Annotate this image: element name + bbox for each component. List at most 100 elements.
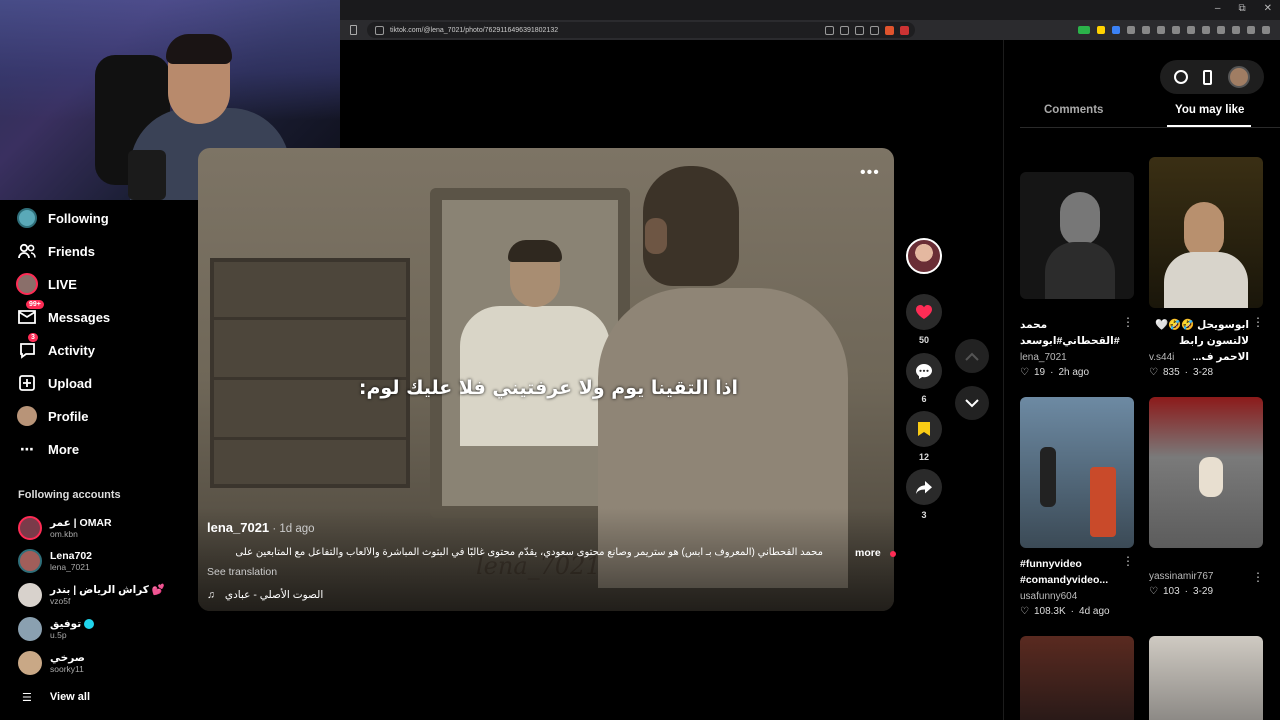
- address-bar[interactable]: tiktok.com/@lena_7021/photo/762911649639…: [367, 22, 915, 38]
- compass-icon[interactable]: [1173, 70, 1188, 84]
- like-count: 50: [918, 335, 929, 345]
- nav-more-label: More: [48, 441, 80, 457]
- post-options-icon[interactable]: •••: [860, 164, 880, 182]
- recommended-thumbnail[interactable]: [1149, 397, 1263, 548]
- post-age: 1d ago: [279, 523, 315, 535]
- bookmark-icon: [918, 422, 930, 436]
- recommended-title-line: ابوسويحل 🤣🤣🤍: [1154, 319, 1249, 331]
- share-icon[interactable]: [870, 25, 879, 35]
- rewards-icon[interactable]: [900, 25, 909, 35]
- recommended-user[interactable]: lena_7021: [1020, 352, 1067, 363]
- messages-badge: 99+: [26, 300, 44, 309]
- extension-icon[interactable]: [1097, 26, 1105, 34]
- recommended-title[interactable]: محمد القحطاني#ابوسعد#fyp...: [1020, 317, 1120, 349]
- nav-messages[interactable]: 99+ Messages: [16, 300, 111, 328]
- recommended-thumbnail[interactable]: [1149, 157, 1263, 308]
- view-all-button[interactable]: ☰ View all: [22, 691, 90, 704]
- user-avatar[interactable]: [1228, 66, 1251, 88]
- save-count: 12: [918, 452, 929, 462]
- share-button[interactable]: [906, 469, 942, 505]
- nav-friends-label: Friends: [48, 243, 95, 259]
- nav-profile[interactable]: Profile: [16, 405, 88, 427]
- card-options-icon[interactable]: ⋮: [1122, 315, 1134, 329]
- webcam-person-hair: [166, 34, 232, 64]
- card-options-icon[interactable]: ⋮: [1252, 315, 1264, 329]
- account-handle: soorky11: [50, 664, 84, 674]
- bookmark-icon[interactable]: [350, 25, 357, 35]
- mobile-icon[interactable]: [1203, 69, 1213, 85]
- wallet-icon[interactable]: [1217, 26, 1225, 34]
- extension-icon[interactable]: [1142, 26, 1150, 34]
- post-media[interactable]: اذا التقينا يوم ولا عرفتيني فلا عليك لوم…: [198, 148, 894, 611]
- account-avatar: [18, 651, 42, 675]
- live-icon: [16, 273, 38, 295]
- nav-following-label: Following: [48, 210, 109, 226]
- recommended-thumbnail[interactable]: [1020, 636, 1134, 720]
- nav-activity[interactable]: 3 Activity: [16, 333, 95, 361]
- recommended-likes: 835: [1162, 367, 1180, 378]
- minimize-button[interactable]: –: [1215, 3, 1221, 14]
- screenshot-icon[interactable]: [840, 25, 849, 35]
- media-icon[interactable]: [1187, 26, 1195, 34]
- extension-icon[interactable]: [1127, 26, 1135, 34]
- carousel-dot[interactable]: [890, 551, 896, 557]
- account-item[interactable]: عمر | OMAR om.kbn: [18, 516, 112, 540]
- card-options-icon[interactable]: ⋮: [1252, 570, 1264, 584]
- save-button[interactable]: [906, 411, 942, 447]
- recommended-thumbnail[interactable]: [1020, 172, 1134, 299]
- sound-link[interactable]: ♫ الصوت الأصلي - عبادي: [207, 589, 323, 601]
- author-name[interactable]: lena_7021: [207, 520, 269, 535]
- sound-name[interactable]: الصوت الأصلي - عبادي: [225, 589, 323, 601]
- account-avatar: [18, 549, 42, 573]
- account-item[interactable]: توفيق u.5p: [18, 617, 95, 641]
- previous-post-button[interactable]: [955, 339, 989, 373]
- nav-messages-label: Messages: [48, 309, 111, 325]
- see-translation-link[interactable]: See translation: [207, 566, 277, 578]
- recommended-user[interactable]: yassinamir767: [1149, 571, 1213, 582]
- account-item[interactable]: كراش الرياض | بندر 💕 vzo5f: [18, 583, 165, 607]
- creator-avatar[interactable]: [906, 238, 942, 274]
- nav-live[interactable]: LIVE: [16, 273, 77, 295]
- description-more-button[interactable]: more: [855, 547, 881, 559]
- post-author[interactable]: lena_7021 · 1d ago: [207, 520, 315, 535]
- nav-friends[interactable]: Friends: [16, 240, 95, 262]
- extension-icon[interactable]: [1078, 26, 1090, 34]
- extension-icon[interactable]: [1172, 26, 1180, 34]
- address-row: tiktok.com/@lena_7021/photo/762911649639…: [340, 20, 1280, 40]
- sidebar-icon[interactable]: [1202, 26, 1210, 34]
- account-item[interactable]: صرخي soorky11: [18, 651, 85, 675]
- extension-icon[interactable]: [1112, 26, 1120, 34]
- nav-more[interactable]: ⋯ More: [16, 438, 79, 460]
- vpn-icon[interactable]: [1232, 26, 1240, 34]
- next-post-button[interactable]: [955, 386, 989, 420]
- shield-icon[interactable]: [1247, 26, 1255, 34]
- site-info-icon[interactable]: [375, 25, 384, 35]
- url-text[interactable]: tiktok.com/@lena_7021/photo/762911649639…: [390, 27, 558, 34]
- translate-icon[interactable]: [825, 25, 834, 35]
- bookshelf-image: [210, 258, 410, 488]
- top-actions: [1160, 60, 1264, 94]
- like-button[interactable]: [906, 294, 942, 330]
- comment-button[interactable]: [906, 353, 942, 389]
- nav-following[interactable]: Following: [16, 207, 109, 229]
- menu-icon[interactable]: [1262, 26, 1270, 34]
- tab-you-may-like[interactable]: You may like: [1175, 104, 1244, 116]
- recommended-user[interactable]: v.s44i: [1149, 352, 1174, 363]
- brave-shield-icon[interactable]: [885, 25, 894, 35]
- recommended-thumbnail[interactable]: [1149, 636, 1263, 720]
- extension-icon[interactable]: [1157, 26, 1165, 34]
- recommended-user[interactable]: usafunny604: [1020, 591, 1077, 602]
- zoom-icon[interactable]: [855, 25, 864, 35]
- nav-upload[interactable]: Upload: [16, 372, 92, 394]
- account-item[interactable]: Lena702 lena_7021: [18, 549, 92, 573]
- more-icon: ⋯: [20, 440, 34, 457]
- share-count: 3: [921, 510, 927, 520]
- card-options-icon[interactable]: ⋮: [1122, 554, 1134, 568]
- recommended-thumbnail[interactable]: [1020, 397, 1134, 548]
- close-window-button[interactable]: ✕: [1264, 3, 1272, 14]
- music-note-icon: ♫: [207, 589, 215, 601]
- tab-comments[interactable]: Comments: [1044, 104, 1103, 116]
- restore-button[interactable]: ⧉: [1238, 3, 1245, 14]
- recommended-title[interactable]: #funnyvideo #comandyvideo...: [1020, 556, 1120, 588]
- browser-title-strip: – ⧉ ✕: [340, 0, 1280, 20]
